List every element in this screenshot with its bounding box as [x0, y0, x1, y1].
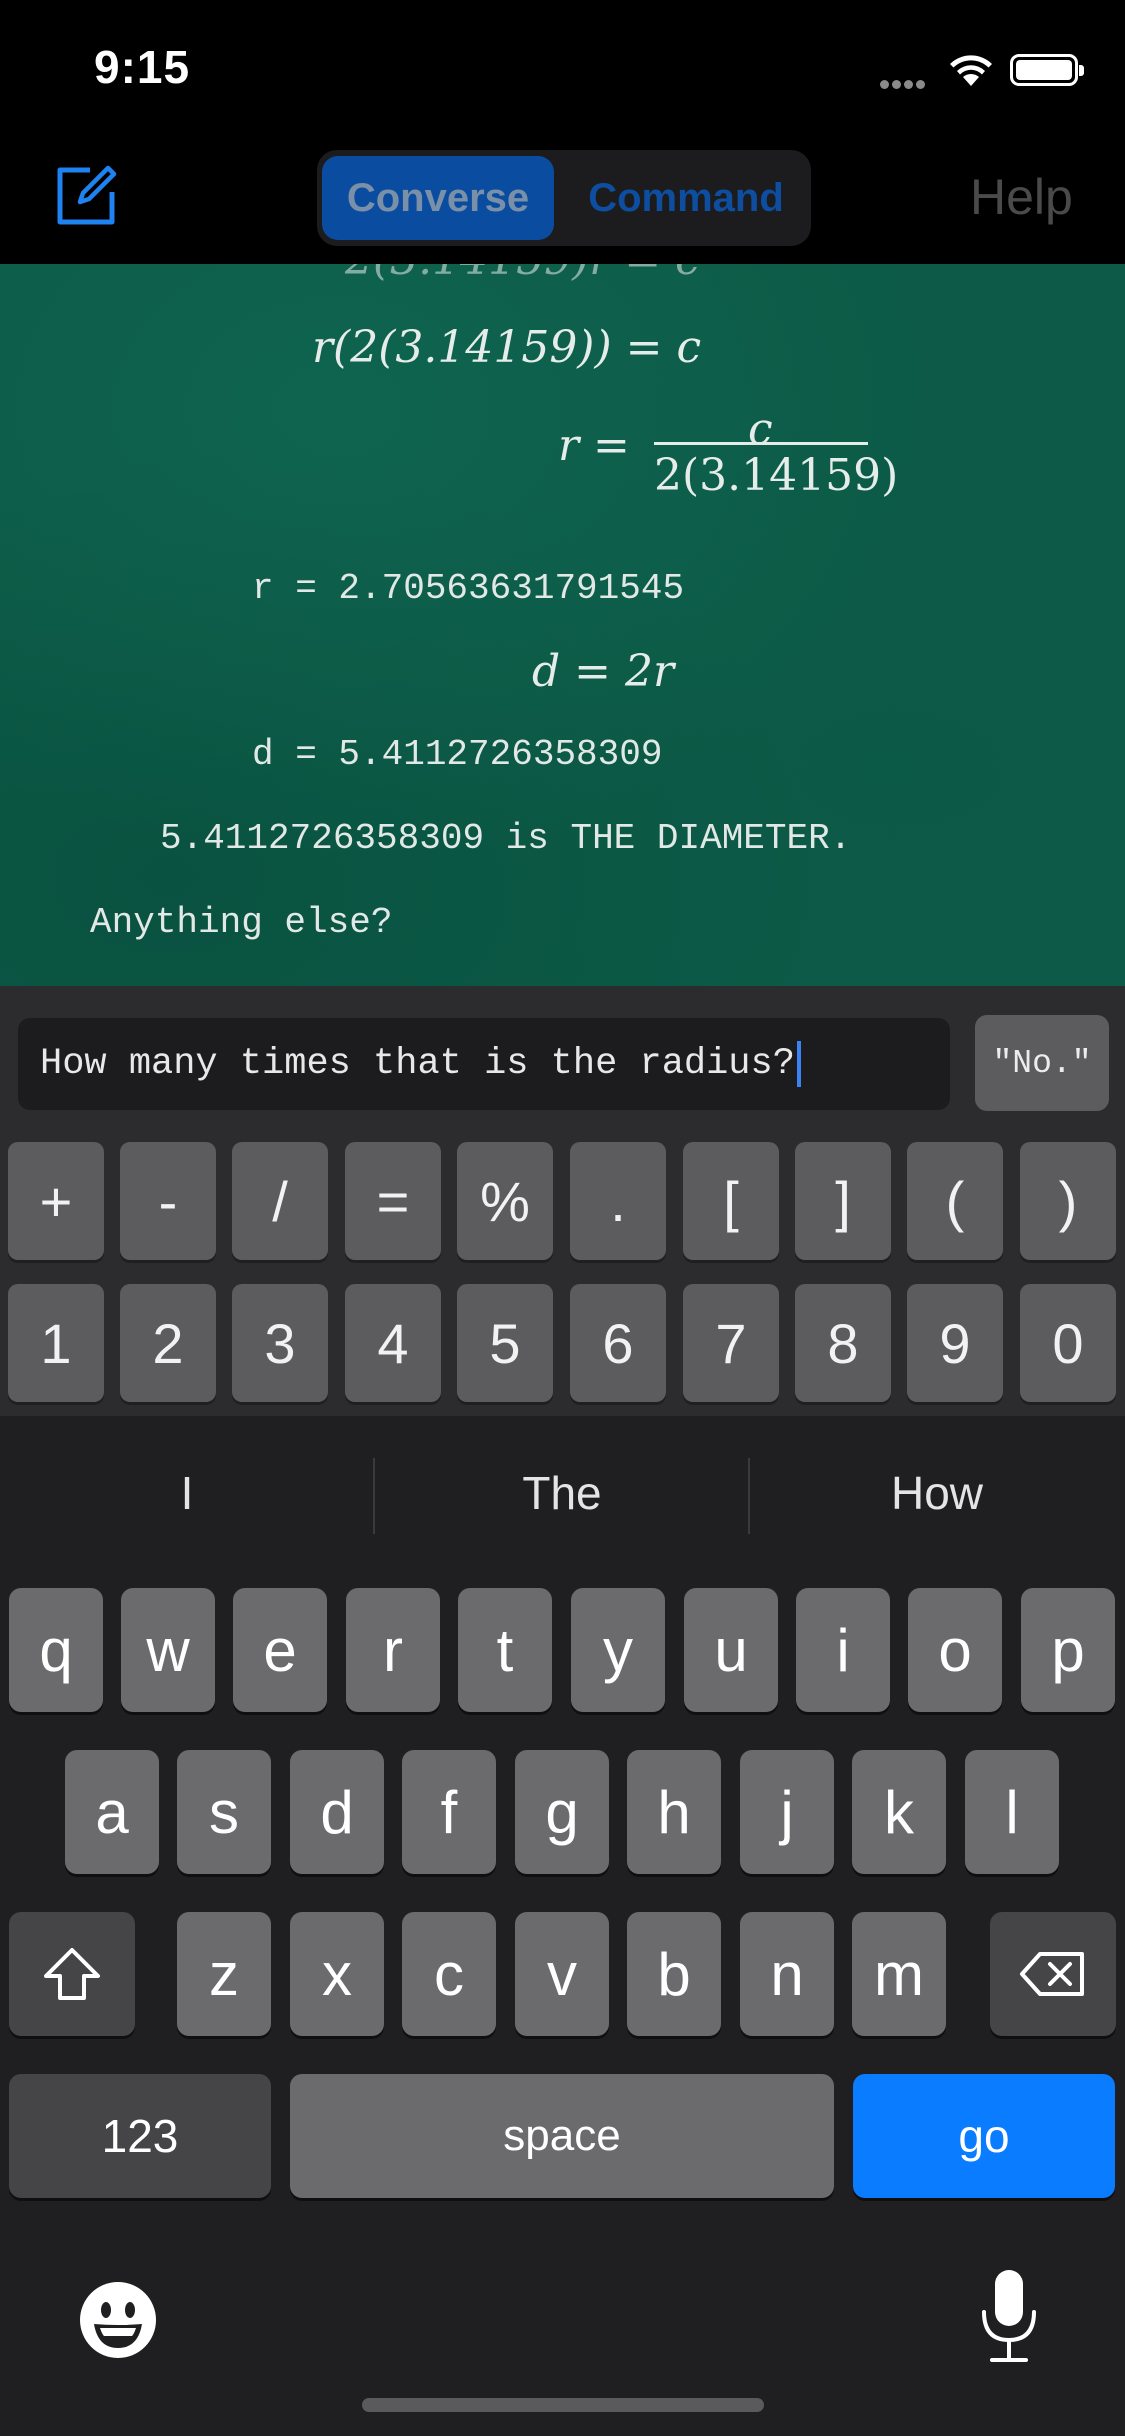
backspace-icon	[1020, 1952, 1084, 1996]
home-indicator[interactable]	[362, 2398, 764, 2412]
quick-reply-no-button[interactable]: "No."	[975, 1015, 1109, 1111]
help-button[interactable]: Help	[970, 168, 1073, 226]
key-g[interactable]: g	[515, 1750, 609, 1874]
cellular-signal-icon	[880, 76, 928, 94]
custom-key-percent[interactable]: %	[457, 1142, 553, 1260]
emoji-icon[interactable]	[78, 2280, 158, 2360]
key-b[interactable]: b	[627, 1912, 721, 2036]
key-x[interactable]: x	[290, 1912, 384, 2036]
key-c[interactable]: c	[402, 1912, 496, 2036]
equation-diameter: d = 2r	[532, 646, 675, 697]
custom-key-2[interactable]: 2	[120, 1284, 216, 1402]
text-caret	[796, 1041, 801, 1087]
suggestion-2[interactable]: The	[375, 1466, 749, 1520]
chalkboard-output[interactable]: 2(3.14159)r = c r(2(3.14159)) = c r = c …	[0, 264, 1125, 986]
space-key[interactable]: space	[290, 2074, 834, 2198]
custom-key-8[interactable]: 8	[795, 1284, 891, 1402]
key-v[interactable]: v	[515, 1912, 609, 2036]
custom-key-paren-open[interactable]: (	[907, 1142, 1003, 1260]
key-e[interactable]: e	[233, 1588, 327, 1712]
key-a[interactable]: a	[65, 1750, 159, 1874]
custom-key-bracket-open[interactable]: [	[683, 1142, 779, 1260]
custom-key-9[interactable]: 9	[907, 1284, 1003, 1402]
suggestion-1[interactable]: I	[0, 1466, 374, 1520]
message-input-text: How many times that is the radius?	[40, 1043, 795, 1085]
key-s[interactable]: s	[177, 1750, 271, 1874]
custom-key-slash[interactable]: /	[232, 1142, 328, 1260]
key-r[interactable]: r	[346, 1588, 440, 1712]
key-m[interactable]: m	[852, 1912, 946, 2036]
custom-key-bracket-close[interactable]: ]	[795, 1142, 891, 1260]
custom-key-7[interactable]: 7	[683, 1284, 779, 1402]
radius-result: r = 2.70563631791545	[252, 568, 685, 609]
fraction-numerator: c	[748, 404, 773, 455]
diameter-answer: 5.4112726358309 is THE DIAMETER.	[160, 818, 852, 859]
go-key[interactable]: go	[853, 2074, 1115, 2198]
shift-key[interactable]	[9, 1912, 135, 2036]
key-p[interactable]: p	[1021, 1588, 1115, 1712]
numbers-key[interactable]: 123	[9, 2074, 271, 2198]
custom-key-6[interactable]: 6	[570, 1284, 666, 1402]
fraction-bar	[654, 442, 868, 445]
equation-circumference: 2(3.14159)r = c	[345, 264, 700, 285]
segment-command[interactable]: Command	[570, 156, 802, 240]
follow-up-prompt: Anything else?	[90, 902, 393, 943]
delete-key[interactable]	[990, 1912, 1116, 2036]
message-input[interactable]: How many times that is the radius?	[18, 1018, 950, 1110]
fraction-lhs: r =	[558, 420, 630, 471]
key-u[interactable]: u	[684, 1588, 778, 1712]
custom-key-5[interactable]: 5	[457, 1284, 553, 1402]
custom-key-4[interactable]: 4	[345, 1284, 441, 1402]
key-i[interactable]: i	[796, 1588, 890, 1712]
segment-converse[interactable]: Converse	[322, 156, 554, 240]
key-f[interactable]: f	[402, 1750, 496, 1874]
equation-rearranged: r(2(3.14159)) = c	[312, 322, 702, 373]
key-l[interactable]: l	[965, 1750, 1059, 1874]
custom-key-minus[interactable]: -	[120, 1142, 216, 1260]
custom-key-paren-close[interactable]: )	[1020, 1142, 1116, 1260]
key-q[interactable]: q	[9, 1588, 103, 1712]
shift-icon	[44, 1948, 100, 2000]
key-t[interactable]: t	[458, 1588, 552, 1712]
custom-key-1[interactable]: 1	[8, 1284, 104, 1402]
custom-key-equals[interactable]: =	[345, 1142, 441, 1260]
custom-key-0[interactable]: 0	[1020, 1284, 1116, 1402]
key-k[interactable]: k	[852, 1750, 946, 1874]
suggestion-3[interactable]: How	[750, 1466, 1124, 1520]
key-j[interactable]: j	[740, 1750, 834, 1874]
key-z[interactable]: z	[177, 1912, 271, 2036]
custom-key-period[interactable]: .	[570, 1142, 666, 1260]
key-h[interactable]: h	[627, 1750, 721, 1874]
fraction-denominator: 2(3.14159)	[654, 450, 899, 501]
key-y[interactable]: y	[571, 1588, 665, 1712]
wifi-icon	[950, 55, 992, 86]
microphone-icon[interactable]	[978, 2268, 1040, 2364]
status-time: 9:15	[94, 41, 191, 93]
custom-key-3[interactable]: 3	[232, 1284, 328, 1402]
key-o[interactable]: o	[908, 1588, 1002, 1712]
key-n[interactable]: n	[740, 1912, 834, 2036]
battery-icon	[1010, 54, 1084, 86]
compose-icon[interactable]	[50, 160, 122, 232]
key-d[interactable]: d	[290, 1750, 384, 1874]
diameter-result: d = 5.4112726358309	[252, 734, 663, 775]
key-w[interactable]: w	[121, 1588, 215, 1712]
custom-key-plus[interactable]: +	[8, 1142, 104, 1260]
